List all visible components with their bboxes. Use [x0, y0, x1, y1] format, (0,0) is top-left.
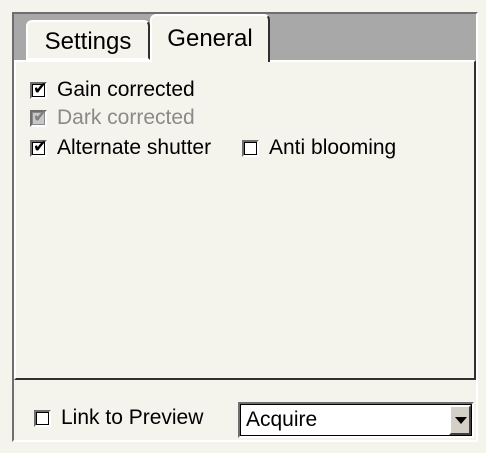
dark-corrected-option: ✔ Dark corrected: [30, 106, 195, 130]
general-tab-page: ✔ Gain corrected ✔ Dark corrected ✔ Alte…: [14, 60, 476, 380]
check-icon: ✔: [33, 78, 48, 99]
acquisition-panel: Settings General ✔ Gain corrected ✔ Dark…: [0, 0, 486, 453]
check-icon: ✔: [33, 106, 48, 127]
link-to-preview-option[interactable]: Link to Preview: [34, 406, 203, 430]
anti-blooming-checkbox[interactable]: [242, 139, 259, 157]
tab-settings-label: Settings: [44, 28, 132, 55]
gain-corrected-label: Gain corrected: [57, 78, 195, 101]
mode-select-value: Acquire: [246, 408, 318, 431]
gain-corrected-checkbox[interactable]: ✔: [30, 78, 48, 99]
alternate-shutter-checkbox[interactable]: ✔: [30, 136, 48, 157]
chevron-down-icon: [455, 417, 467, 424]
alternate-shutter-label: Alternate shutter: [57, 136, 212, 159]
anti-blooming-option[interactable]: Anti blooming: [242, 136, 396, 160]
anti-blooming-label: Anti blooming: [269, 136, 397, 159]
link-to-preview-label: Link to Preview: [61, 406, 204, 429]
tab-settings[interactable]: Settings: [26, 20, 150, 60]
dark-corrected-checkbox: ✔: [30, 106, 48, 127]
mode-select[interactable]: Acquire: [238, 402, 474, 438]
alternate-shutter-option[interactable]: ✔ Alternate shutter: [30, 136, 211, 160]
dark-corrected-label: Dark corrected: [57, 106, 195, 129]
link-to-preview-checkbox[interactable]: [34, 409, 51, 427]
gain-corrected-option[interactable]: ✔ Gain corrected: [30, 78, 195, 102]
tab-general-label: General: [167, 25, 253, 52]
check-icon: ✔: [33, 136, 48, 157]
tab-general[interactable]: General: [150, 14, 270, 62]
dropdown-button[interactable]: [449, 405, 471, 435]
